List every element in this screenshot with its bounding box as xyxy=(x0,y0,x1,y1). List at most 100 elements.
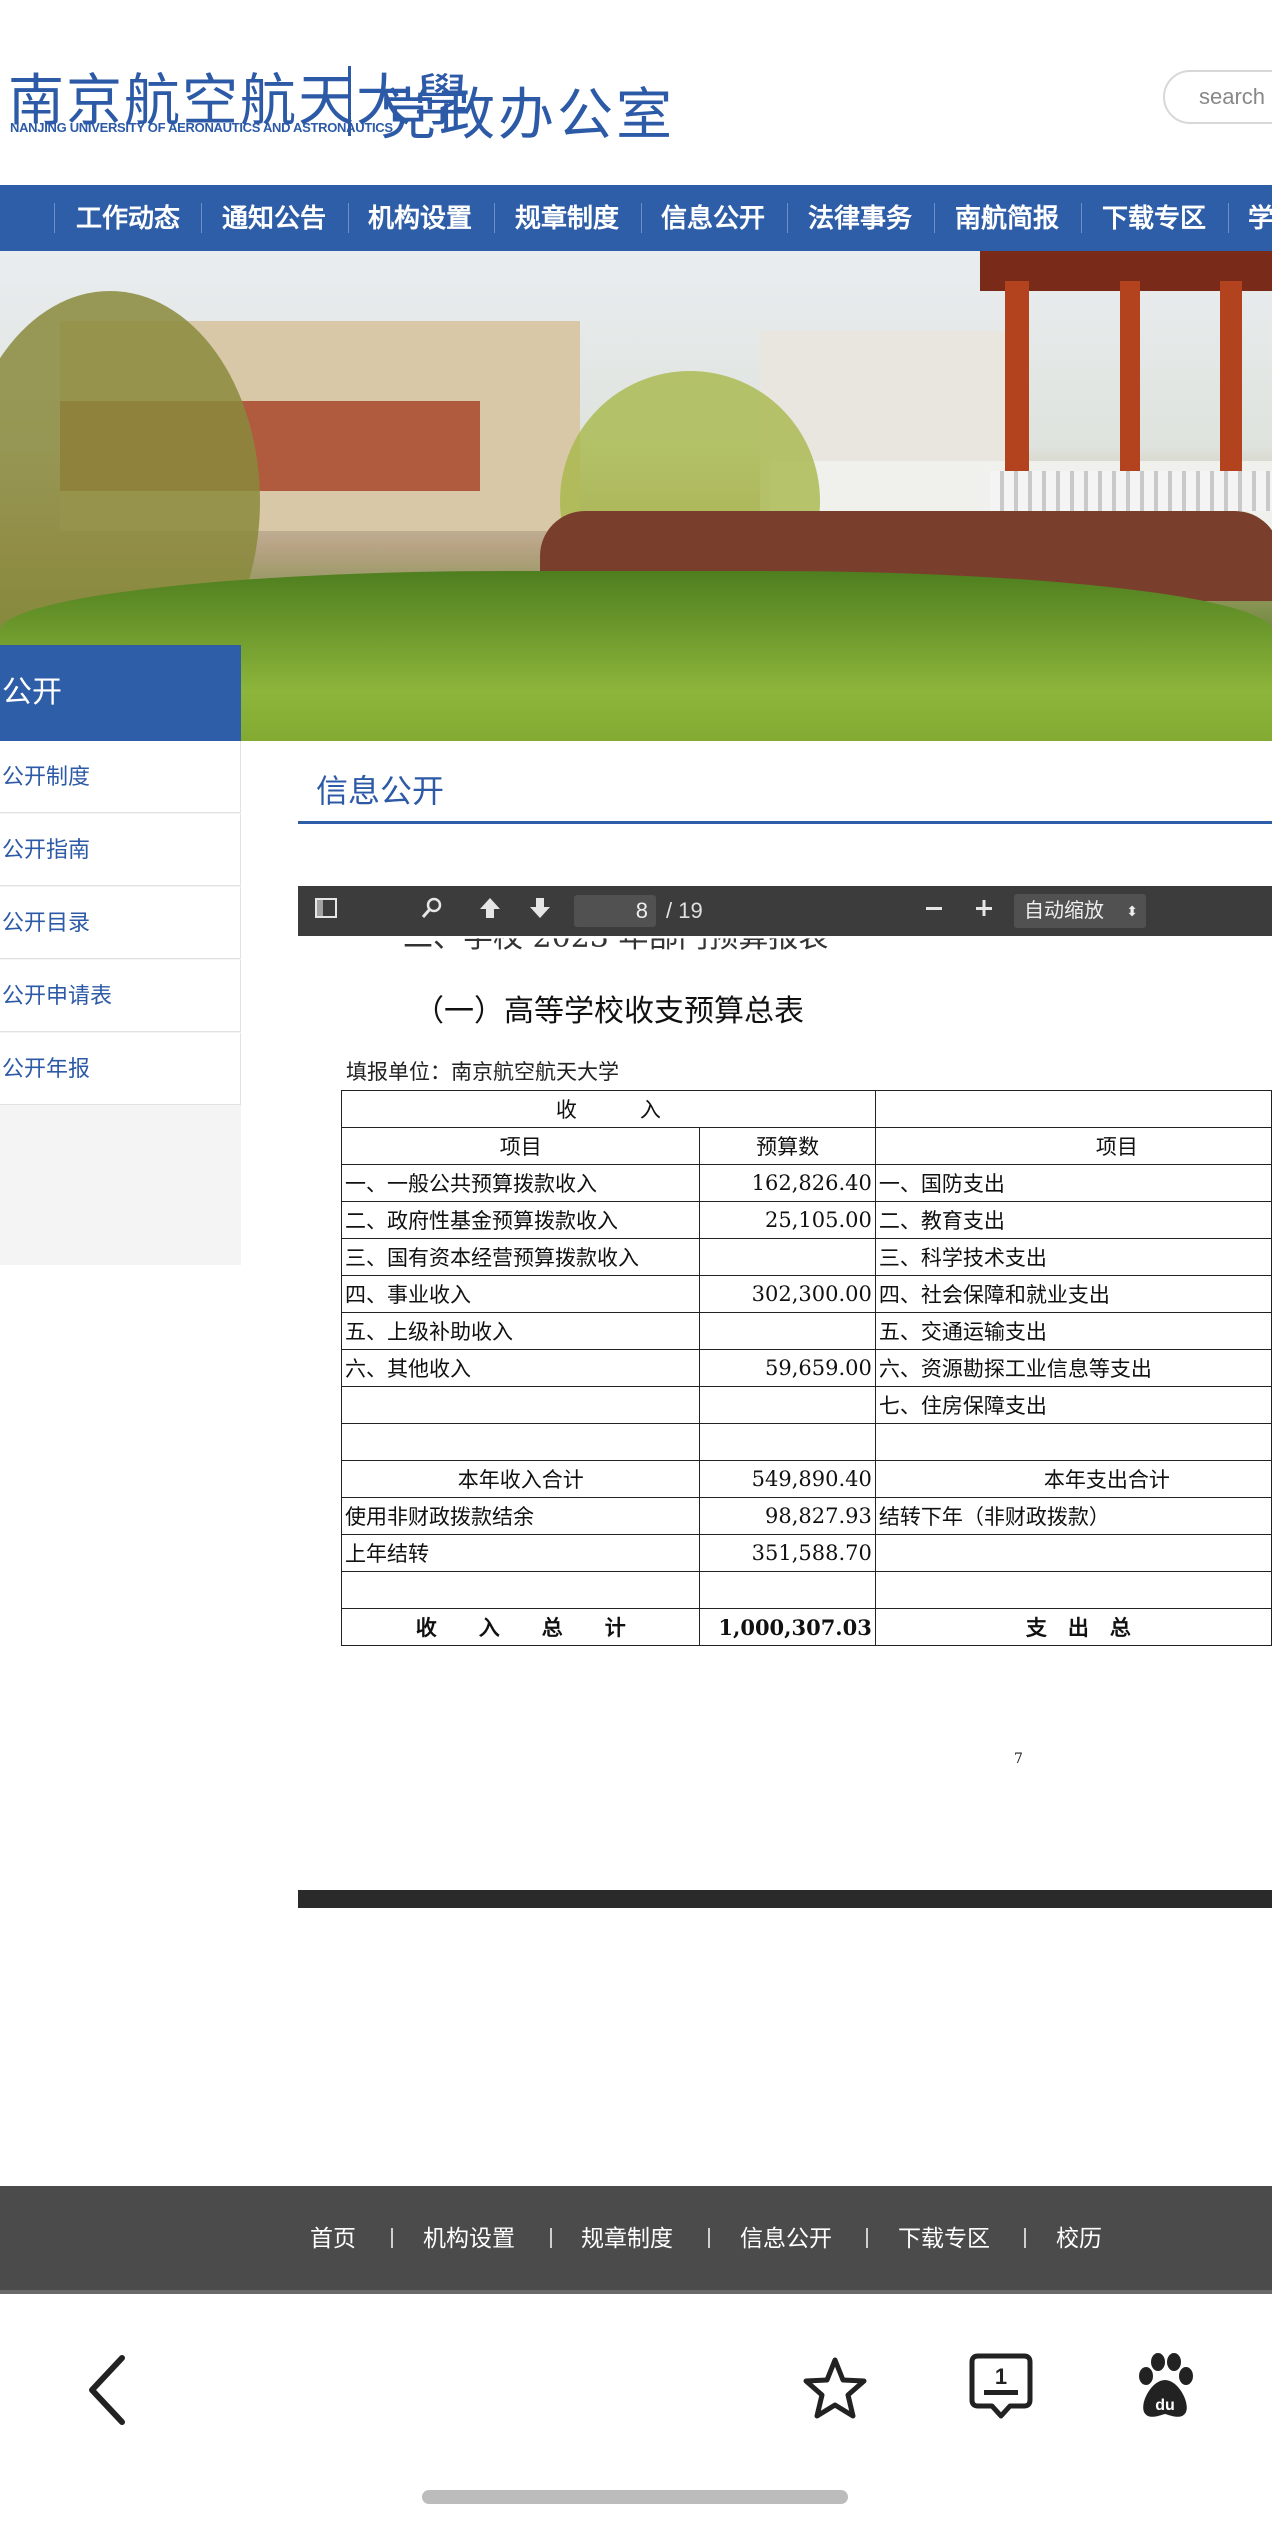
table-subtotal-value: 549,890.40 xyxy=(699,1460,876,1498)
table-cell: 二、教育支出 xyxy=(874,1201,1272,1239)
table-cell: 三、科学技术支出 xyxy=(874,1238,1272,1276)
table-cell: 上年结转 xyxy=(340,1534,701,1572)
nav-item-organization[interactable]: 机构设置 xyxy=(368,185,472,251)
total-pages-label: / 19 xyxy=(666,898,703,923)
sidebar-title: 公开 xyxy=(0,645,241,741)
table-cell: 六、其他收入 xyxy=(340,1349,701,1387)
table-col-header: 项目 xyxy=(874,1127,1272,1165)
nav-item-more[interactable]: 学 xyxy=(1248,185,1272,251)
nav-item-info-public[interactable]: 信息公开 xyxy=(661,185,765,251)
table-cell: 七、住房保障支出 xyxy=(874,1386,1272,1424)
table-subtotal-exp: 本年支出合计 xyxy=(874,1460,1272,1498)
table-row: 五、上级补助收入 五、交通运输支出 xyxy=(340,1312,1272,1350)
table-cell xyxy=(699,1312,876,1350)
table-cell xyxy=(874,1571,1272,1609)
footer-divider xyxy=(391,2228,393,2248)
star-icon[interactable] xyxy=(800,2354,870,2429)
nav-divider xyxy=(1228,203,1229,233)
page-number-input[interactable]: 8 xyxy=(574,895,656,927)
nav-item-work-news[interactable]: 工作动态 xyxy=(76,185,180,251)
table-total-label: 收 入 总 计 xyxy=(340,1608,701,1646)
table-cell: 六、资源勘探工业信息等支出 xyxy=(874,1349,1272,1387)
table-cell: 三、国有资本经营预算拨款收入 xyxy=(340,1238,701,1276)
footer-link-info-public[interactable]: 信息公开 xyxy=(740,2186,832,2290)
table-row: 上年结转 351,588.70 xyxy=(340,1534,1272,1572)
nav-item-regulations[interactable]: 规章制度 xyxy=(515,185,619,251)
table-cell xyxy=(340,1571,701,1609)
table-cell: 25,105.00 xyxy=(699,1201,876,1239)
main-nav: 工作动态 通知公告 机构设置 规章制度 信息公开 法律事务 南航简报 下载专区 … xyxy=(0,185,1272,251)
table-row xyxy=(340,1571,1272,1609)
table-row: 二、政府性基金预算拨款收入 25,105.00 二、教育支出 xyxy=(340,1201,1272,1239)
zoom-select[interactable]: 自动缩放 ⬍ xyxy=(1014,894,1146,928)
home-indicator[interactable] xyxy=(422,2490,848,2504)
nav-item-legal[interactable]: 法律事务 xyxy=(808,185,912,251)
sidebar-item-policy[interactable]: 公开制度 xyxy=(0,741,241,813)
table-row: 本年收入合计 549,890.40 本年支出合计 xyxy=(340,1460,1272,1498)
plus-icon[interactable] xyxy=(968,895,1000,927)
sidebar-toggle-icon[interactable] xyxy=(310,895,342,927)
table-cell: 使用非财政拨款结余 xyxy=(340,1497,701,1535)
table-cell xyxy=(699,1423,876,1461)
table-cell xyxy=(699,1571,876,1609)
footer-divider xyxy=(708,2228,710,2248)
sidebar-item-request-form[interactable]: 公开申请表 xyxy=(0,960,241,1032)
baidu-icon[interactable]: du xyxy=(1132,2352,1198,2427)
table-cell xyxy=(699,1386,876,1424)
footer-link-downloads[interactable]: 下载专区 xyxy=(898,2186,990,2290)
table-cell: 一、国防支出 xyxy=(874,1164,1272,1202)
chevron-updown-icon: ⬍ xyxy=(1126,903,1138,919)
table-cell: 98,827.93 xyxy=(699,1497,876,1535)
pdf-table-title: （一）高等学校收支预算总表 xyxy=(414,994,804,1029)
arrow-down-icon[interactable] xyxy=(524,895,556,927)
table-col-header: 预算数 xyxy=(699,1127,876,1165)
back-icon[interactable] xyxy=(82,2350,132,2435)
nav-divider xyxy=(54,203,55,233)
minus-icon[interactable] xyxy=(918,895,950,927)
site-header: 南京航空航天大學 NANJING UNIVERSITY OF AERONAUTI… xyxy=(0,0,1272,185)
logo-divider xyxy=(348,66,351,136)
table-cell: 二、政府性基金预算拨款收入 xyxy=(340,1201,701,1239)
nav-item-downloads[interactable]: 下载专区 xyxy=(1102,185,1206,251)
search-icon[interactable] xyxy=(416,895,448,927)
sidebar-item-annual-report[interactable]: 公开年报 xyxy=(0,1033,241,1105)
table-row: 使用非财政拨款结余 98,827.93 结转下年（非财政拨款） xyxy=(340,1497,1272,1535)
footer-link-regulations[interactable]: 规章制度 xyxy=(581,2186,673,2290)
table-cell: 四、事业收入 xyxy=(340,1275,701,1313)
nav-item-notices[interactable]: 通知公告 xyxy=(222,185,326,251)
sidebar-item-guide[interactable]: 公开指南 xyxy=(0,814,241,886)
table-total-exp: 支 出 总 xyxy=(874,1608,1272,1646)
search-input[interactable]: search xyxy=(1163,70,1272,124)
table-row: 一、一般公共预算拨款收入 162,826.40 一、国防支出 xyxy=(340,1164,1272,1202)
footer-link-home[interactable]: 首页 xyxy=(310,2186,356,2290)
pdf-page[interactable]: 二、学校 2023 年部门预算报表 （一）高等学校收支预算总表 填报单位：南京航… xyxy=(298,936,1272,1910)
nav-item-bulletin[interactable]: 南航简报 xyxy=(955,185,1059,251)
table-col-header: 项目 xyxy=(340,1127,701,1165)
table-cell xyxy=(340,1386,701,1424)
pdf-viewer[interactable]: 二、学校 2023 年部门预算报表 （一）高等学校收支预算总表 填报单位：南京航… xyxy=(298,886,1272,1910)
sidebar-item-catalog[interactable]: 公开目录 xyxy=(0,887,241,959)
table-cell xyxy=(874,1423,1272,1461)
zoom-select-value: 自动缩放 xyxy=(1024,900,1104,922)
table-row: 四、事业收入 302,300.00 四、社会保障和就业支出 xyxy=(340,1275,1272,1313)
table-header-income: 收 入 xyxy=(341,1090,876,1128)
table-cell: 59,659.00 xyxy=(699,1349,876,1387)
nav-divider xyxy=(641,203,642,233)
footer-link-calendar[interactable]: 校历 xyxy=(1056,2186,1102,2290)
table-header-expense xyxy=(874,1090,1272,1128)
table-cell: 五、交通运输支出 xyxy=(874,1312,1272,1350)
arrow-up-icon[interactable] xyxy=(474,895,506,927)
table-cell: 302,300.00 xyxy=(699,1275,876,1313)
nav-divider xyxy=(1081,203,1082,233)
table-row: 收 入 xyxy=(341,1090,1272,1128)
footer-link-organization[interactable]: 机构设置 xyxy=(423,2186,515,2290)
baidu-du-glyph: du xyxy=(1155,2397,1175,2414)
budget-table: 收 入 项目 预算数 项目 一、一般公共预算拨款收入 162,826.40 一、国防… xyxy=(340,1090,1272,1646)
footer-divider xyxy=(1024,2228,1026,2248)
nav-divider xyxy=(348,203,349,233)
table-cell: 四、社会保障和就业支出 xyxy=(874,1275,1272,1313)
department-title: 党政办公室 xyxy=(380,83,675,148)
tabs-icon[interactable]: 1 xyxy=(966,2352,1036,2429)
table-row: 项目 预算数 项目 xyxy=(340,1127,1272,1165)
nav-divider xyxy=(201,203,202,233)
